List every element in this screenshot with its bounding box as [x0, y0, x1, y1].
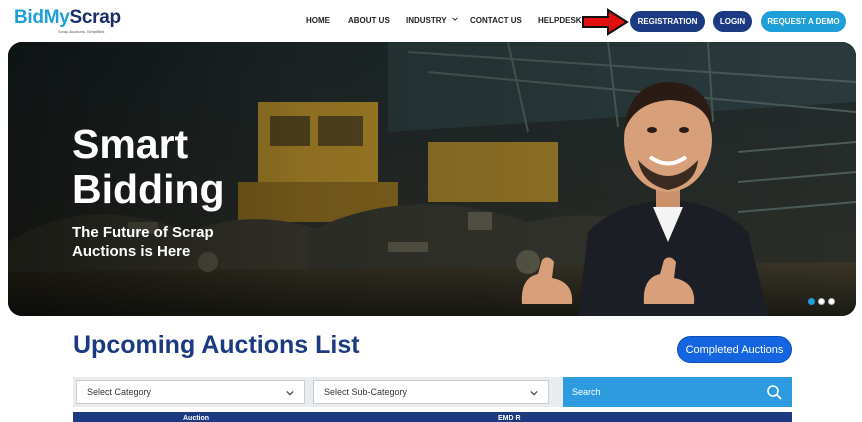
search-input[interactable]: Search — [563, 377, 792, 407]
auctions-table-header: Auction EMD R — [73, 412, 792, 422]
nav-industry[interactable]: INDUSTRY — [406, 16, 458, 25]
nav-helpdesk[interactable]: HELPDESK — [538, 16, 582, 25]
page: BidMyScrap Scrap Auctions. Simplified. H… — [0, 0, 862, 422]
carousel-dot-3[interactable] — [828, 298, 835, 305]
completed-auctions-button[interactable]: Completed Auctions — [677, 336, 792, 363]
nav-industry-label: INDUSTRY — [406, 16, 447, 25]
table-header-emd: EMD R — [498, 415, 521, 422]
table-header-auction: Auction — [183, 415, 210, 422]
login-button[interactable]: LOGIN — [713, 11, 752, 32]
chevron-down-icon — [530, 390, 538, 396]
subcategory-select[interactable]: Select Sub-Category — [313, 380, 549, 404]
search-icon[interactable] — [766, 384, 782, 400]
hero-title-line2: Bidding — [72, 166, 225, 212]
search-placeholder: Search — [572, 387, 601, 397]
carousel-dot-1[interactable] — [808, 298, 815, 305]
hero-title: Smart Bidding — [72, 122, 225, 212]
hero-title-line1: Smart — [72, 121, 189, 167]
carousel-dots — [808, 298, 835, 305]
auctions-title: Upcoming Auctions List — [73, 331, 360, 359]
category-select[interactable]: Select Category — [76, 380, 305, 404]
category-select-label: Select Category — [87, 387, 152, 397]
nav-about-us[interactable]: ABOUT US — [348, 16, 390, 25]
chevron-down-icon — [451, 17, 458, 21]
request-demo-button[interactable]: REQUEST A DEMO — [761, 11, 846, 32]
nav-contact-us[interactable]: CONTACT US — [470, 16, 522, 25]
auction-filter-bar: Select Category Select Sub-Category Sear… — [73, 377, 792, 407]
hero-banner[interactable]: Smart Bidding The Future of Scrap Auctio… — [8, 42, 856, 316]
chevron-down-icon — [286, 390, 294, 396]
registration-button[interactable]: REGISTRATION — [630, 11, 705, 32]
hero-subtitle: The Future of Scrap Auctions is Here — [72, 224, 214, 260]
carousel-dot-2[interactable] — [818, 298, 825, 305]
red-arrow-icon — [582, 8, 629, 36]
subcategory-select-label: Select Sub-Category — [324, 387, 408, 397]
nav-home[interactable]: HOME — [306, 16, 330, 25]
site-header: BidMyScrap Scrap Auctions. Simplified. H… — [0, 0, 862, 42]
